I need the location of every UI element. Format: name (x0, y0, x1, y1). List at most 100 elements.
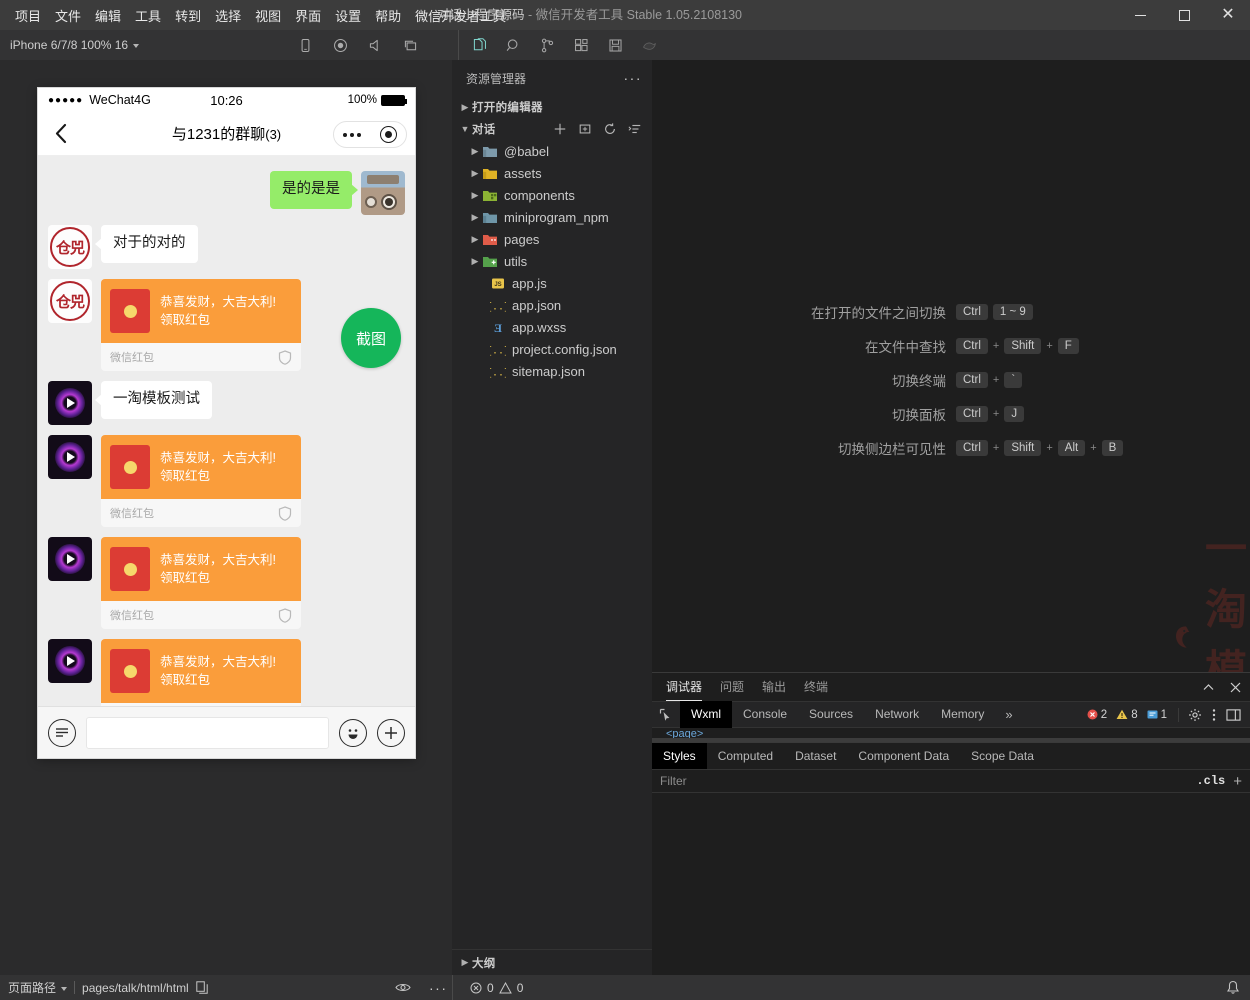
copy-icon[interactable] (196, 981, 208, 994)
section-open-editors[interactable]: ▶ 打开的编辑器 (452, 96, 652, 118)
inspect-element-icon[interactable] (652, 708, 680, 722)
avatar[interactable] (48, 639, 92, 683)
files-icon[interactable] (471, 37, 488, 54)
tree-item-assets[interactable]: ▶ assets (452, 162, 652, 184)
menu-item-3[interactable]: 工具 (128, 2, 168, 29)
message-bubble[interactable]: 对于的对的 (101, 225, 198, 263)
styles-tab-styles[interactable]: Styles (652, 743, 707, 769)
add-style-rule-button[interactable]: + (1233, 773, 1250, 790)
maximize-button[interactable] (1162, 0, 1206, 30)
message-bubble[interactable]: 一淘模板测试 (101, 381, 212, 419)
screenshot-button[interactable]: 截图 (341, 308, 401, 368)
info-count[interactable]: 1 (1147, 709, 1167, 721)
avatar[interactable] (361, 171, 405, 215)
voice-icon[interactable] (48, 719, 76, 747)
collapse-all-icon[interactable] (628, 122, 642, 136)
page-path-label[interactable]: 页面路径 (8, 979, 67, 996)
tree-item-babel[interactable]: ▶ @babel (452, 140, 652, 162)
red-packet-card[interactable]: 恭喜发财，大吉大利! 领取红包 微信红包 (101, 537, 301, 629)
menu-item-5[interactable]: 选择 (208, 2, 248, 29)
menu-item-2[interactable]: 编辑 (88, 2, 128, 29)
device-selector[interactable]: iPhone 6/7/8 100% 16 (0, 38, 139, 52)
source-control-icon[interactable] (539, 37, 556, 54)
save-icon[interactable] (607, 37, 624, 54)
search-icon[interactable] (505, 37, 522, 54)
devtools-tab-memory[interactable]: Memory (930, 701, 995, 728)
record-icon[interactable] (332, 37, 349, 54)
avatar[interactable] (48, 537, 92, 581)
devtools-tab-console[interactable]: Console (732, 701, 798, 728)
styles-tab-component-data[interactable]: Component Data (847, 743, 960, 769)
gear-icon[interactable] (1188, 708, 1202, 722)
dom-tree-strip[interactable]: <page> (652, 728, 1250, 742)
debug-icon[interactable] (641, 37, 658, 54)
close-icon[interactable] (1229, 681, 1242, 694)
avatar[interactable]: 仓兕 (48, 279, 92, 323)
message-bubble[interactable]: 是的是是 (270, 171, 352, 209)
cls-button[interactable]: .cls (1196, 774, 1233, 788)
kebab-menu-icon[interactable] (1212, 708, 1216, 722)
new-file-icon[interactable] (553, 122, 567, 136)
phone-icon[interactable] (297, 37, 314, 54)
refresh-icon[interactable] (603, 122, 617, 136)
chevron-up-icon[interactable] (1202, 681, 1215, 694)
tree-item-project-config-json[interactable]: {..} project.config.json (452, 338, 652, 360)
menu-item-7[interactable]: 界面 (288, 2, 328, 29)
section-outline[interactable]: ▶ 大纲 (452, 949, 652, 975)
menu-item-0[interactable]: 项目 (8, 2, 48, 29)
tab-output[interactable]: 输出 (762, 673, 786, 701)
close-capsule-icon[interactable] (380, 126, 397, 143)
red-packet-card[interactable]: 恭喜发财，大吉大利! 领取红包 微信红包 (101, 639, 301, 706)
devtools-tab-sources[interactable]: Sources (798, 701, 864, 728)
menu-item-8[interactable]: 设置 (328, 2, 368, 29)
red-packet-card[interactable]: 恭喜发财，大吉大利! 领取红包 微信红包 (101, 279, 301, 371)
avatar[interactable] (48, 435, 92, 479)
section-project[interactable]: ▼ 对话 (452, 118, 652, 140)
styles-filter-input[interactable]: Filter (660, 774, 1196, 788)
avatar[interactable] (48, 381, 92, 425)
styles-tab-scope-data[interactable]: Scope Data (960, 743, 1045, 769)
eye-icon[interactable] (395, 982, 411, 993)
emoji-icon[interactable] (339, 719, 367, 747)
extensions-icon[interactable] (573, 37, 590, 54)
new-folder-icon[interactable] (578, 122, 592, 136)
chat-message-list[interactable]: 是的是是 仓兕 对于的对的 (38, 156, 415, 706)
phone-simulator[interactable]: ●●●●● WeChat4G 10:26 100% 与1231的群聊(3) (38, 88, 415, 758)
warning-count[interactable]: 8 (1116, 709, 1137, 721)
status-more-icon[interactable]: ··· (429, 980, 448, 996)
editor-area[interactable]: 一淘模版 在打开的文件之间切换 Ctrl 1 ~ 9 在文件中查找 Ctrl +… (652, 60, 1250, 672)
red-packet-card[interactable]: 恭喜发财，大吉大利! 领取红包 微信红包 (101, 435, 301, 527)
styles-tab-dataset[interactable]: Dataset (784, 743, 847, 769)
error-count[interactable]: 2 (1087, 709, 1107, 721)
page-path-value[interactable]: pages/talk/html/html (82, 981, 189, 995)
tree-item-pages[interactable]: ▶ pages (452, 228, 652, 250)
tab-debugger[interactable]: 调试器 (666, 673, 702, 701)
tree-item-app-js[interactable]: JS app.js (452, 272, 652, 294)
tree-item-sitemap-json[interactable]: {..} sitemap.json (452, 360, 652, 382)
status-problem-counts[interactable]: 0 0 (470, 981, 523, 995)
devtools-tab-network[interactable]: Network (864, 701, 930, 728)
tab-problems[interactable]: 问题 (720, 673, 744, 701)
avatar[interactable]: 仓兕 (48, 225, 92, 269)
tree-item-components[interactable]: ▶ components (452, 184, 652, 206)
tree-item-miniprogram-npm[interactable]: ▶ miniprogram_npm (452, 206, 652, 228)
explorer-more-icon[interactable]: ··· (624, 70, 643, 86)
message-input[interactable] (86, 717, 329, 749)
bell-icon[interactable] (1226, 980, 1240, 995)
minimize-button[interactable] (1118, 0, 1162, 30)
tab-terminal[interactable]: 终端 (804, 673, 828, 701)
menu-item-1[interactable]: 文件 (48, 2, 88, 29)
devtools-more-tabs-icon[interactable]: » (995, 707, 1022, 722)
volume-icon[interactable] (367, 37, 384, 54)
plus-icon[interactable] (377, 719, 405, 747)
tree-item-app-wxss[interactable]: Ǝ app.wxss (452, 316, 652, 338)
devtools-tab-wxml[interactable]: Wxml (680, 701, 732, 728)
menu-item-4[interactable]: 转到 (168, 2, 208, 29)
close-button[interactable]: ✕ (1206, 0, 1250, 30)
menu-item-6[interactable]: 视图 (248, 2, 288, 29)
tree-item-utils[interactable]: ▶ utils (452, 250, 652, 272)
styles-tab-computed[interactable]: Computed (707, 743, 784, 769)
more-dots-icon[interactable] (343, 133, 361, 137)
window-icon[interactable] (402, 37, 419, 54)
menu-item-9[interactable]: 帮助 (368, 2, 408, 29)
